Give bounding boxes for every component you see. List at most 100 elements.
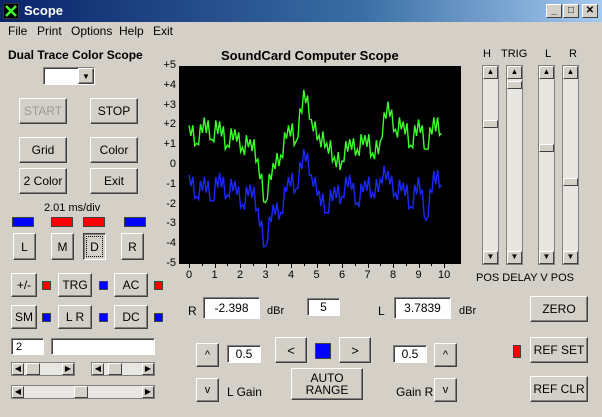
lr-button[interactable]: L R: [58, 305, 92, 329]
sm-indicator: [42, 313, 51, 322]
x-tick-label: 3: [262, 269, 269, 281]
l-unit: dBr: [459, 305, 477, 317]
center-indicator: [315, 343, 331, 359]
y-tick-label: -3: [166, 217, 176, 230]
l-gain-label: L Gain: [227, 385, 262, 399]
d-button[interactable]: D: [83, 233, 106, 260]
dc-button[interactable]: DC: [114, 305, 148, 329]
app-title: Dual Trace Color Scope: [8, 48, 143, 62]
menu-file[interactable]: File: [8, 24, 27, 38]
scroll-thumb[interactable]: [108, 363, 122, 375]
slider-thumb[interactable]: [507, 81, 522, 89]
ac-indicator: [154, 281, 163, 290]
x-minor-tick: [303, 263, 305, 266]
menu-print[interactable]: Print: [37, 24, 62, 38]
slider-thumb[interactable]: [539, 144, 554, 152]
auto-range-button[interactable]: AUTO RANGE: [291, 368, 363, 400]
scroll-right-icon[interactable]: ▶: [142, 386, 154, 398]
scroll-thumb[interactable]: [74, 386, 88, 398]
small-input[interactable]: 2: [11, 338, 44, 355]
scroll-up-icon[interactable]: ▲: [539, 66, 554, 79]
chevron-down-icon[interactable]: ▼: [78, 68, 94, 84]
pos-slider[interactable]: ▲ ▼: [482, 65, 499, 265]
h-scrollbar-1[interactable]: ◀ ▶: [11, 362, 75, 376]
center-field[interactable]: 5: [307, 298, 340, 316]
scroll-down-icon[interactable]: ▼: [507, 251, 522, 264]
x-tick-mark: [393, 263, 394, 268]
menu-help[interactable]: Help: [119, 24, 144, 38]
x-tick-label: 0: [186, 269, 193, 281]
delay-slider[interactable]: ▲ ▼: [506, 65, 523, 265]
l-gain-up-button[interactable]: ^: [196, 343, 219, 367]
grid-button[interactable]: Grid: [19, 137, 67, 163]
minimize-button[interactable]: _: [546, 4, 562, 18]
scroll-down-icon[interactable]: ▼: [563, 251, 578, 264]
h-scrollbar-2[interactable]: ◀ ▶: [91, 362, 155, 376]
l-readout-label: L: [378, 304, 385, 318]
indicator-d: [83, 217, 105, 227]
slider-thumb[interactable]: [563, 178, 578, 186]
indicator-m: [51, 217, 73, 227]
start-button[interactable]: START: [19, 98, 67, 124]
scroll-right-icon[interactable]: ▶: [142, 363, 154, 375]
slider-thumb[interactable]: [483, 120, 498, 128]
x-tick-label: 1: [211, 269, 218, 281]
y-tick-label: +1: [163, 138, 176, 151]
ref-set-button[interactable]: REF SET: [530, 337, 588, 363]
stop-button[interactable]: STOP: [90, 98, 138, 124]
exit-button[interactable]: Exit: [90, 168, 138, 194]
color-button[interactable]: Color: [90, 137, 138, 163]
scroll-down-icon[interactable]: ▼: [539, 251, 554, 264]
scroll-up-icon[interactable]: ▲: [507, 66, 522, 79]
x-minor-tick: [329, 263, 331, 266]
status-field[interactable]: [51, 338, 155, 355]
r-button[interactable]: R: [121, 233, 144, 260]
maximize-button[interactable]: □: [563, 4, 579, 18]
l-gain-down-button[interactable]: v: [196, 378, 219, 402]
x-tick-mark: [291, 263, 292, 268]
scroll-down-icon[interactable]: ▼: [483, 251, 498, 264]
ac-button[interactable]: AC: [114, 273, 148, 297]
l-button[interactable]: L: [13, 233, 36, 260]
r-gain-down-button[interactable]: v: [434, 378, 457, 402]
y-tick-label: +5: [163, 59, 176, 71]
zero-button[interactable]: ZERO: [530, 296, 588, 322]
scroll-up-icon[interactable]: ▲: [563, 66, 578, 79]
trg-indicator: [99, 281, 108, 290]
scroll-thumb[interactable]: [26, 363, 40, 375]
ref-indicator: [513, 345, 521, 358]
right-arrow-button[interactable]: >: [339, 337, 371, 363]
invert-indicator: [42, 281, 51, 290]
scope-title: SoundCard Computer Scope: [221, 48, 399, 63]
sm-button[interactable]: SM: [11, 305, 37, 329]
l-readout-value[interactable]: 3.7839: [394, 297, 451, 319]
app-icon: [3, 3, 19, 19]
r-readout-label: R: [188, 304, 197, 318]
l-vpos-slider[interactable]: ▲ ▼: [538, 65, 555, 265]
left-arrow-button[interactable]: <: [275, 337, 307, 363]
r-gain-up-button[interactable]: ^: [434, 343, 457, 367]
x-minor-tick: [431, 263, 433, 266]
scroll-left-icon[interactable]: ◀: [12, 363, 24, 375]
scroll-left-icon[interactable]: ◀: [12, 386, 24, 398]
invert-button[interactable]: +/-: [11, 273, 37, 297]
two-color-button[interactable]: 2 Color: [19, 168, 67, 194]
r-vpos-slider[interactable]: ▲ ▼: [562, 65, 579, 265]
lr-indicator: [99, 313, 108, 322]
r-gain-value[interactable]: 0.5: [393, 345, 427, 363]
ref-clr-button[interactable]: REF CLR: [530, 376, 588, 402]
title-bar: [0, 0, 602, 22]
m-button[interactable]: M: [51, 233, 74, 260]
x-minor-tick: [227, 263, 229, 266]
close-button[interactable]: ✕: [582, 4, 598, 18]
scroll-up-icon[interactable]: ▲: [483, 66, 498, 79]
r-readout-value[interactable]: -2.398: [203, 297, 260, 319]
h-scrollbar-3[interactable]: ◀ ▶: [11, 385, 155, 399]
scroll-right-icon[interactable]: ▶: [62, 363, 74, 375]
menu-exit[interactable]: Exit: [153, 24, 173, 38]
scroll-left-icon[interactable]: ◀: [92, 363, 104, 375]
l-gain-value[interactable]: 0.5: [227, 345, 261, 363]
trg-button[interactable]: TRG: [58, 273, 92, 297]
menu-options[interactable]: Options: [71, 24, 112, 38]
channel-dropdown[interactable]: ▼: [43, 67, 95, 85]
